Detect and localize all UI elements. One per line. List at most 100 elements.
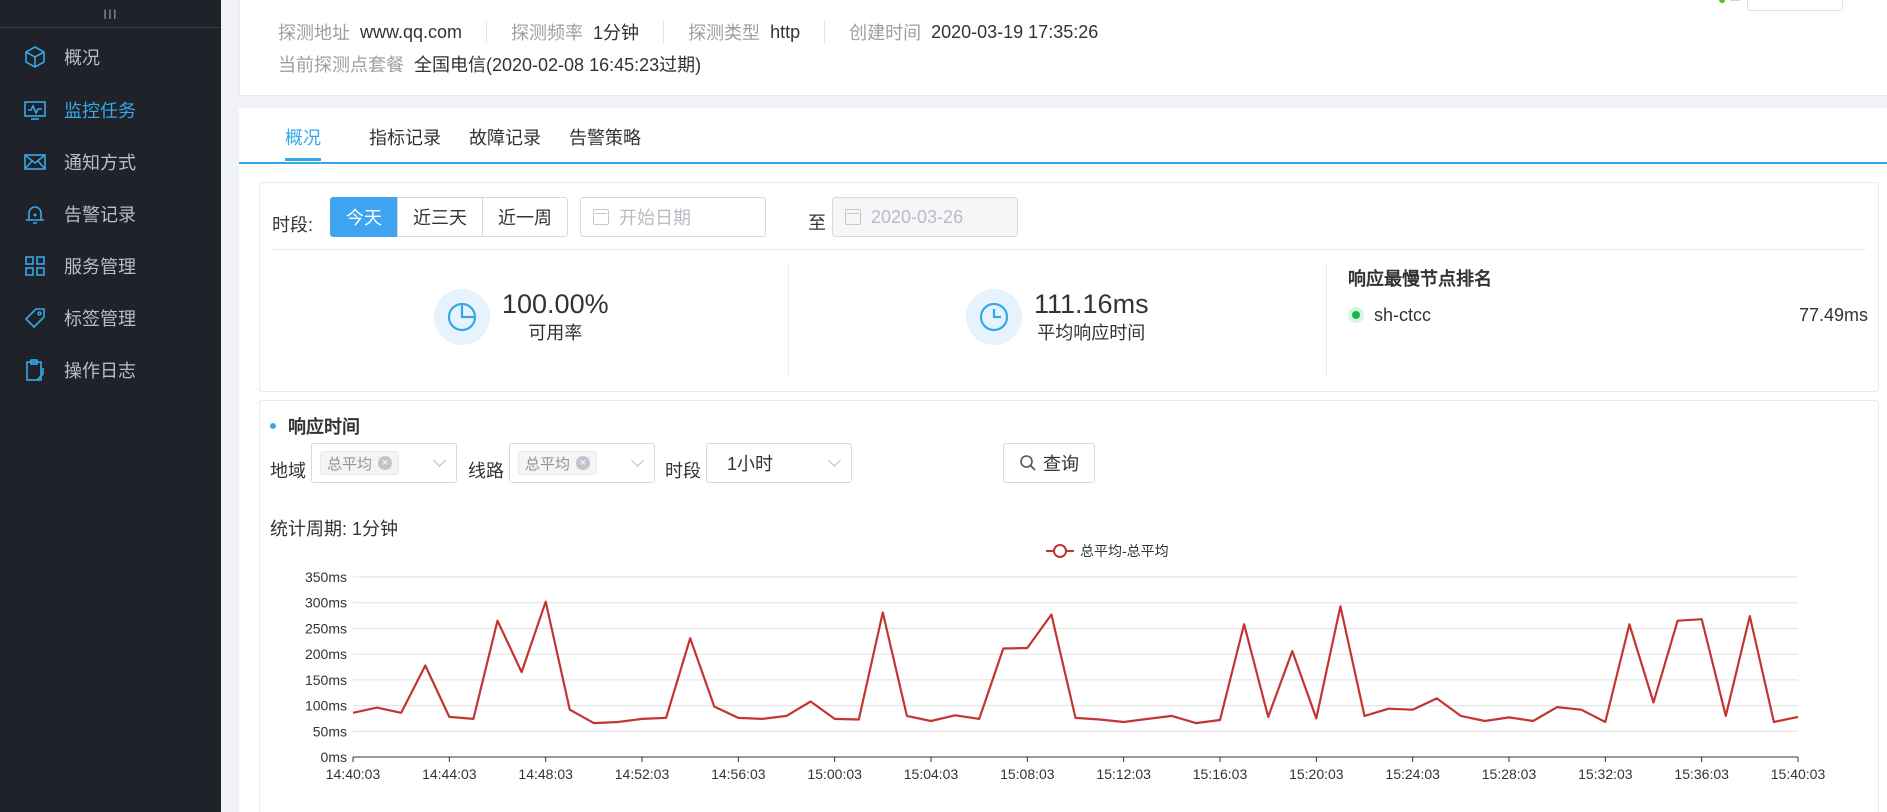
y-tick-label: 150ms (305, 672, 347, 688)
end-date-value: 2020-03-26 (871, 206, 964, 227)
region-label: 地域 (270, 461, 306, 481)
ranking-row: sh-ctcc 77.49ms (1348, 303, 1868, 327)
divider (663, 21, 665, 43)
created-label: 创建时间 (849, 23, 922, 43)
avg-response-stat: 111.16ms 平均响应时间 (966, 289, 1149, 345)
content-card: 概况 指标记录 故障记录 告警策略 时段: 今天 近三天 近一周 开始日期 至 … (239, 108, 1887, 812)
sidebar-item-5[interactable]: 标签管理 (0, 296, 221, 340)
divider (272, 249, 1866, 250)
sidebar-item-label: 通知方式 (64, 153, 136, 173)
y-tick-label: 250ms (305, 620, 347, 636)
stat-period-text: 统计周期: 1分钟 (270, 519, 399, 539)
period-week-button[interactable]: 近一周 (482, 197, 568, 237)
line-label: 线路 (468, 461, 504, 481)
mail-icon (22, 149, 48, 175)
x-tick-label: 15:04:03 (904, 766, 959, 779)
range-value: 1小时 (727, 454, 774, 474)
x-tick-label: 14:40:03 (326, 766, 381, 779)
y-tick-label: 50ms (313, 723, 347, 739)
sidebar-item-4[interactable]: 服务管理 (0, 244, 221, 288)
period-3days-button[interactable]: 近三天 (397, 197, 483, 237)
sidebar-item-6[interactable]: 操作日志 (0, 348, 221, 392)
chevron-down-icon (828, 454, 841, 467)
divider (788, 263, 789, 375)
x-tick-label: 15:40:03 (1771, 766, 1826, 779)
tab-alert-policy[interactable]: 告警策略 (569, 124, 641, 150)
chevron-down-icon (631, 454, 644, 467)
availability-caption: 可用率 (528, 323, 583, 343)
sidebar-item-3[interactable]: 告警记录 (0, 192, 221, 236)
frequency-label: 探测频率 (511, 23, 584, 43)
query-button[interactable]: 查询 (1003, 443, 1095, 483)
pie-clock-icon (434, 289, 490, 345)
x-tick-label: 15:12:03 (1096, 766, 1151, 779)
x-tick-label: 15:00:03 (807, 766, 862, 779)
avg-response-caption: 平均响应时间 (1037, 323, 1146, 343)
sidebar-item-label: 操作日志 (64, 361, 136, 381)
sidebar: III 概况监控任务通知方式告警记录服务管理标签管理操作日志 (0, 0, 221, 812)
tag-icon (22, 305, 48, 331)
region-tag-label: 总平均 (327, 455, 373, 473)
tab-overview[interactable]: 概况 (285, 124, 321, 161)
address-label: 探测地址 (278, 23, 350, 43)
clipboard-icon (22, 357, 48, 383)
start-date-input[interactable]: 开始日期 (580, 197, 766, 237)
sidebar-collapse-toggle[interactable]: III (0, 0, 221, 28)
avg-response-value: 111.16ms (1034, 289, 1149, 319)
x-tick-label: 15:20:03 (1289, 766, 1344, 779)
y-tick-label: 300ms (305, 595, 347, 611)
y-tick-label: 200ms (305, 646, 347, 662)
end-date-input[interactable]: 2020-03-26 (832, 197, 1018, 237)
availability-value: 100.00% (502, 289, 609, 319)
created-value: 2020-03-19 17:35:26 (931, 21, 1099, 42)
line-tag-label: 总平均 (525, 455, 571, 473)
line-select[interactable]: 总平均 × (509, 443, 655, 483)
range-select[interactable]: 1小时 (706, 443, 852, 483)
period-segment: 今天 近三天 近一周 (330, 197, 568, 237)
query-label: 查询 (1043, 454, 1079, 474)
ranking-value: 77.49ms (1798, 304, 1868, 325)
tab-faults[interactable]: 故障记录 (469, 124, 541, 150)
sidebar-item-label: 概况 (64, 48, 100, 68)
x-tick-label: 15:32:03 (1578, 766, 1633, 779)
period-today-button[interactable]: 今天 (330, 197, 398, 237)
response-time-title: 响应时间 (270, 413, 360, 439)
legend-label: 总平均-总平均 (1080, 543, 1169, 559)
type-label: 探测类型 (688, 23, 761, 43)
divider (1326, 263, 1327, 375)
divider (824, 21, 826, 43)
y-tick-label: 350ms (305, 569, 347, 585)
response-time-card: 响应时间 地域 总平均 × 线路 总平均 × 时段 1小时 查询 统计周期: 1分钟… (259, 400, 1879, 812)
x-tick-label: 15:36:03 (1674, 766, 1729, 779)
x-tick-label: 14:48:03 (518, 766, 573, 779)
tag-close-icon[interactable]: × (378, 456, 393, 470)
region-select[interactable]: 总平均 × (311, 443, 457, 483)
sidebar-item-label: 监控任务 (64, 101, 136, 121)
sidebar-item-label: 服务管理 (64, 257, 136, 277)
grid-icon (22, 253, 48, 279)
period-label: 时段: (272, 215, 314, 235)
sidebar-item-0[interactable]: 概况 (0, 35, 221, 79)
sidebar-item-label: 标签管理 (64, 309, 136, 329)
ranking-node: sh-ctcc (1374, 304, 1432, 325)
divider (486, 21, 488, 43)
task-info-row-1: 探测地址 www.qq.com 探测频率 1分钟 探测类型 http 创建时间 … (278, 19, 1098, 45)
tag-close-icon[interactable]: × (576, 456, 591, 470)
header-action-button[interactable] (1747, 0, 1843, 11)
task-info-card: ● ─ 探测地址 www.qq.com 探测频率 1分钟 探测类型 http 创… (239, 0, 1887, 96)
sidebar-item-1[interactable]: 监控任务 (0, 88, 221, 132)
legend-marker (1053, 544, 1067, 558)
x-tick-label: 15:08:03 (1000, 766, 1055, 779)
x-tick-label: 14:44:03 (422, 766, 477, 779)
y-tick-label: 0ms (321, 749, 347, 765)
package-label: 当前探测点套餐 (278, 55, 404, 75)
cube-icon (22, 44, 48, 70)
y-tick-label: 100ms (305, 698, 347, 714)
overview-filter-card: 时段: 今天 近三天 近一周 开始日期 至 2020-03-26 100.00%… (259, 182, 1879, 392)
calendar-icon (845, 209, 861, 225)
sidebar-item-2[interactable]: 通知方式 (0, 140, 221, 184)
monitor-icon (22, 97, 48, 123)
response-time-chart: 0ms 50ms 100ms 150ms 200ms 250ms 300ms 350ms 14:… (305, 543, 1826, 779)
tab-metrics[interactable]: 指标记录 (369, 124, 441, 150)
calendar-icon (593, 209, 609, 225)
